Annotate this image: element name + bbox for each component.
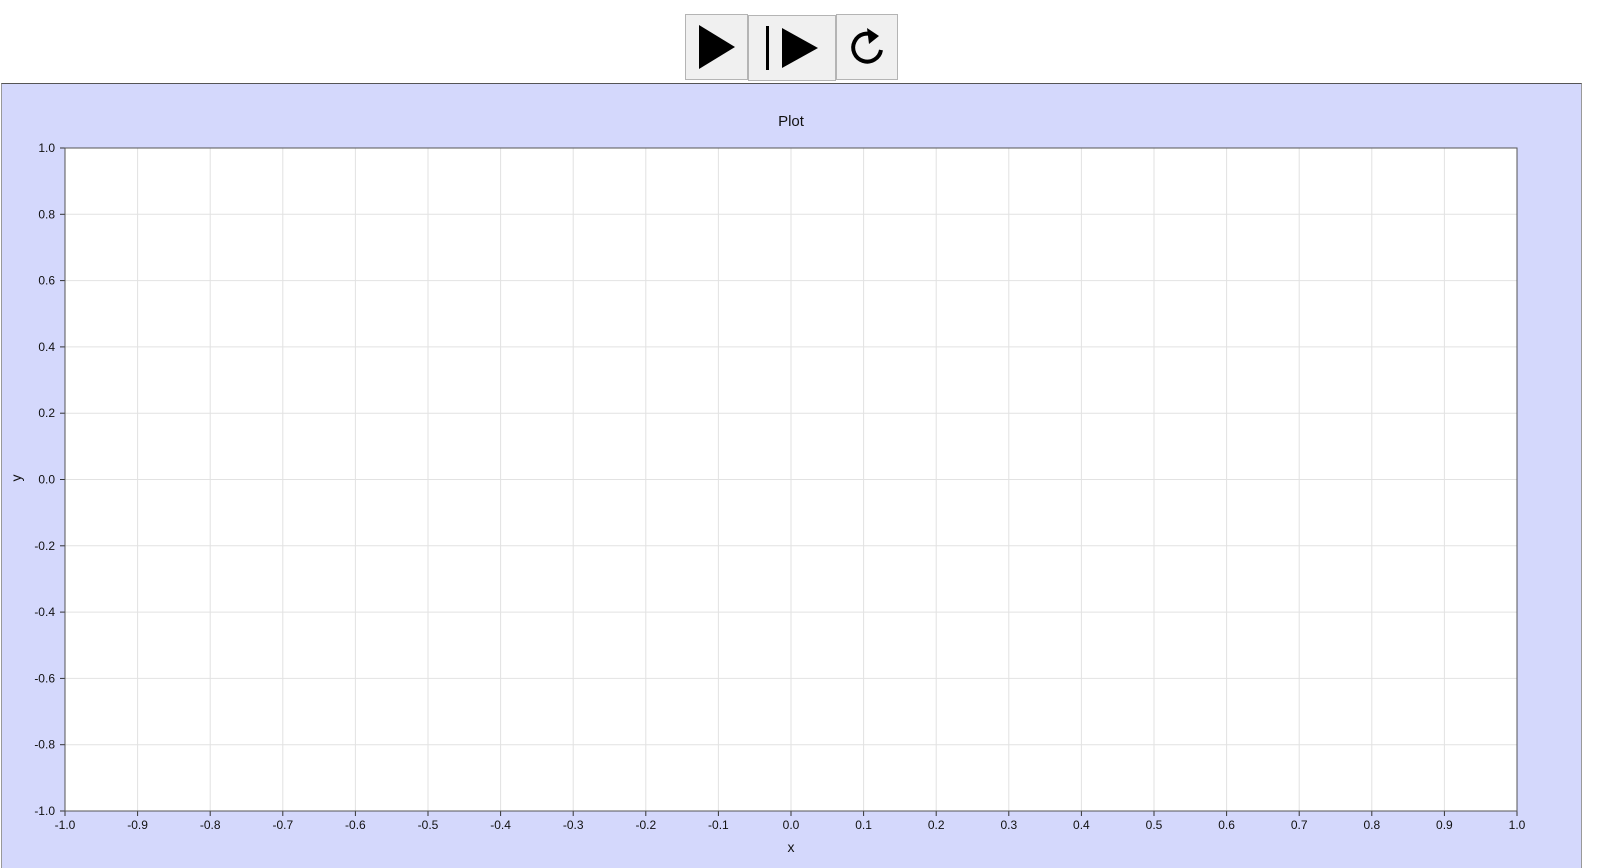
play-icon [698, 25, 735, 69]
reset-icon [851, 28, 883, 64]
page-scrollbar[interactable] [1588, 0, 1600, 868]
step-forward-button[interactable] [748, 15, 836, 81]
play-button[interactable] [685, 14, 748, 80]
reset-button[interactable] [836, 14, 898, 80]
plot-panel [1, 83, 1582, 868]
toolbar [685, 14, 898, 81]
step-forward-icon [766, 26, 818, 70]
